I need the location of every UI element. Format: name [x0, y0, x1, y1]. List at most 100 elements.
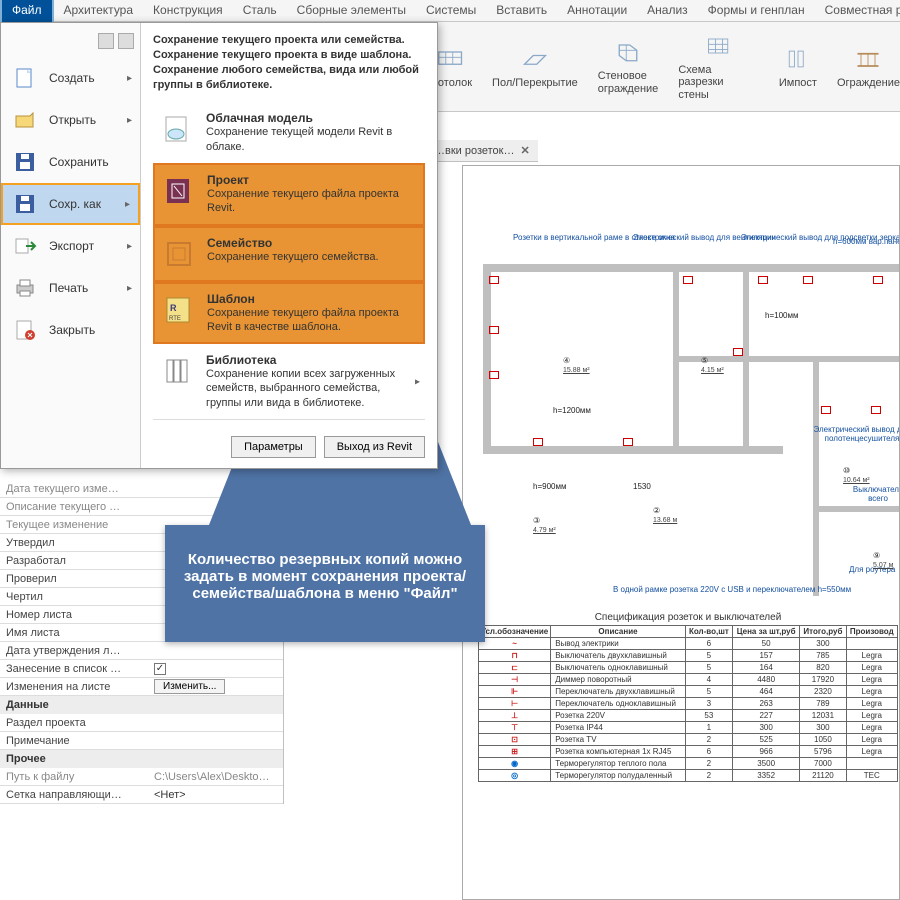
saveas-project[interactable]: ПроектСохранение текущего файла проекта …: [153, 163, 425, 226]
chevron-right-icon: ▸: [415, 376, 420, 387]
ribbon-curtaingrid-label: Схема разрезки стены: [678, 64, 759, 100]
prop-section[interactable]: Прочее: [0, 750, 283, 768]
ribbon-curtainwall-button[interactable]: Стеновое ограждение: [598, 38, 659, 94]
tab-prefab[interactable]: Сборные элементы: [287, 0, 416, 21]
ribbon-railing-button[interactable]: Ограждение: [837, 45, 900, 89]
spec-row: ⊞Розетка компьютерная 1x RJ4569665796Leg…: [479, 746, 898, 758]
ribbon-curtaingrid-button[interactable]: Схема разрезки стены: [678, 32, 759, 100]
file-saveas[interactable]: Сохр. как: [1, 183, 140, 225]
options-button[interactable]: Параметры: [231, 436, 316, 458]
saveas-library-sub: Сохранение копии всех загруженных семейс…: [206, 367, 418, 410]
prop-row[interactable]: Примечание: [0, 732, 283, 750]
saveas-cloud-title: Облачная модель: [206, 111, 418, 125]
file-print[interactable]: Печать: [1, 267, 140, 309]
file-new[interactable]: Создать: [1, 57, 140, 99]
file-menu-left: Создать Открыть Сохранить Сохр. как Эксп…: [1, 23, 141, 468]
spec-col: Описание: [551, 626, 686, 638]
room-area: 15.88 м²: [563, 367, 590, 374]
file-export[interactable]: Экспорт: [1, 225, 140, 267]
floor-plan: Розетки в вертикальной раме в откосе окн…: [473, 206, 900, 626]
prop-row[interactable]: Дата утверждения л…: [0, 642, 283, 660]
spec-row: ⊤Розетка IP441300300Legra: [479, 722, 898, 734]
file-close[interactable]: Закрыть: [1, 309, 140, 351]
saveas-family-sub: Сохранение текущего семейства.: [207, 250, 379, 264]
tab-analysis[interactable]: Анализ: [637, 0, 698, 21]
plan-note: h=600мм вар.панел: [833, 238, 900, 247]
file-save-label: Сохранить: [49, 155, 109, 169]
prop-row[interactable]: Изменения на листеИзменить...: [0, 678, 283, 696]
plan-note: Выключатель всего: [843, 486, 900, 504]
prop-row[interactable]: Раздел проекта: [0, 714, 283, 732]
svg-text:RTE: RTE: [169, 316, 181, 322]
spec-row: ⊢Переключатель одноклавишный3263789Legra: [479, 698, 898, 710]
svg-text:R: R: [170, 303, 177, 313]
ribbon-mullion-label: Импост: [779, 77, 817, 89]
spec-table: Спецификация розеток и выключателей Усл.…: [478, 612, 898, 782]
file-export-label: Экспорт: [49, 239, 94, 253]
file-menu: Создать Открыть Сохранить Сохр. как Эксп…: [0, 22, 438, 469]
file-menu-right: Сохранение текущего проекта или семейств…: [141, 23, 437, 468]
spec-col: Усл.обозначение: [479, 626, 551, 638]
close-tab-icon[interactable]: ✕: [521, 144, 530, 157]
file-menu-description: Сохранение текущего проекта или семейств…: [153, 33, 425, 92]
plan-dim: h=100мм: [765, 311, 798, 320]
spec-row: ⊓Выключатель двухклавишный5157785Legra: [479, 650, 898, 662]
ribbon-curtainwall-label: Стеновое ограждение: [598, 70, 659, 94]
file-menu-footer: Параметры Выход из Revit: [153, 419, 425, 458]
saveas-cloud[interactable]: Облачная модельСохранение текущей модели…: [153, 102, 425, 163]
spec-title: Спецификация розеток и выключателей: [478, 612, 898, 623]
ribbon-railing-label: Ограждение: [837, 77, 900, 89]
drawing-canvas[interactable]: Розетки в вертикальной раме в откосе окн…: [462, 165, 900, 900]
prop-section[interactable]: Данные: [0, 696, 283, 714]
spec-grid: Усл.обозначение Описание Кол-во,шт Цена …: [478, 625, 898, 782]
open-docs-icon[interactable]: [118, 33, 134, 49]
saveas-family[interactable]: СемействоСохранение текущего семейства.: [153, 226, 425, 282]
prop-row[interactable]: Путь к файлуC:\Users\Alex\Deskto…: [0, 768, 283, 786]
plan-dim: h=1200мм: [553, 406, 591, 415]
tab-file[interactable]: Файл: [0, 0, 54, 22]
spec-row: ⊡Розетка TV25251050Legra: [479, 734, 898, 746]
tab-steel[interactable]: Сталь: [233, 0, 287, 21]
ribbon-floor-label: Пол/Перекрытие: [492, 77, 578, 89]
spec-row: ◎Терморегулятор полудаленный2335221120TE…: [479, 770, 898, 782]
tab-annotations[interactable]: Аннотации: [557, 0, 637, 21]
recent-docs-icon[interactable]: [98, 33, 114, 49]
tab-collab[interactable]: Совместная ра: [815, 0, 900, 21]
saveas-library[interactable]: БиблиотекаСохранение копии всех загружен…: [153, 344, 425, 419]
saveas-template[interactable]: RRTEШаблонСохранение текущего файла прое…: [153, 282, 425, 345]
annotation-callout: Количество резервных копий можно задать …: [165, 525, 485, 642]
saveas-project-title: Проект: [207, 173, 417, 187]
file-print-label: Печать: [49, 281, 88, 295]
file-save[interactable]: Сохранить: [1, 141, 140, 183]
tab-massing[interactable]: Формы и генплан: [698, 0, 815, 21]
plan-dim: h=900мм: [533, 482, 566, 491]
file-menu-toolbar: [1, 33, 140, 57]
prop-row[interactable]: Сетка направляющи…<Нет>: [0, 786, 283, 804]
room-area: 10.64 м²: [843, 477, 870, 484]
spec-row: ~Вывод электрики650300: [479, 638, 898, 650]
document-tab-label: …вки розеток…: [434, 145, 515, 157]
tab-insert[interactable]: Вставить: [486, 0, 557, 21]
file-open-label: Открыть: [49, 113, 96, 127]
tab-construction[interactable]: Конструкция: [143, 0, 233, 21]
spec-col: Кол-во,шт: [685, 626, 732, 638]
file-saveas-label: Сохр. как: [49, 197, 101, 211]
prop-row[interactable]: Занесение в список …✓: [0, 660, 283, 678]
edit-button[interactable]: Изменить...: [154, 679, 225, 694]
file-open[interactable]: Открыть: [1, 99, 140, 141]
ribbon-floor-button[interactable]: Пол/Перекрытие: [492, 45, 578, 89]
file-close-label: Закрыть: [49, 323, 95, 337]
saveas-cloud-sub: Сохранение текущей модели Revit в облаке…: [206, 125, 418, 154]
exit-revit-button[interactable]: Выход из Revit: [324, 436, 425, 458]
ribbon-mullion-button[interactable]: Импост: [779, 45, 817, 89]
spec-col: Итого,руб: [800, 626, 846, 638]
checkbox[interactable]: ✓: [154, 663, 166, 675]
tab-architecture[interactable]: Архитектура: [54, 0, 144, 21]
saveas-family-title: Семейство: [207, 236, 379, 250]
spec-row: ⊥Розетка 220V5322712031Legra: [479, 710, 898, 722]
room-area: 4.15 м²: [701, 367, 724, 374]
room-area: 4.79 м²: [533, 527, 556, 534]
tab-systems[interactable]: Системы: [416, 0, 486, 21]
saveas-project-sub: Сохранение текущего файла проекта Revit.: [207, 187, 417, 216]
plan-dim: 1530: [633, 482, 651, 491]
